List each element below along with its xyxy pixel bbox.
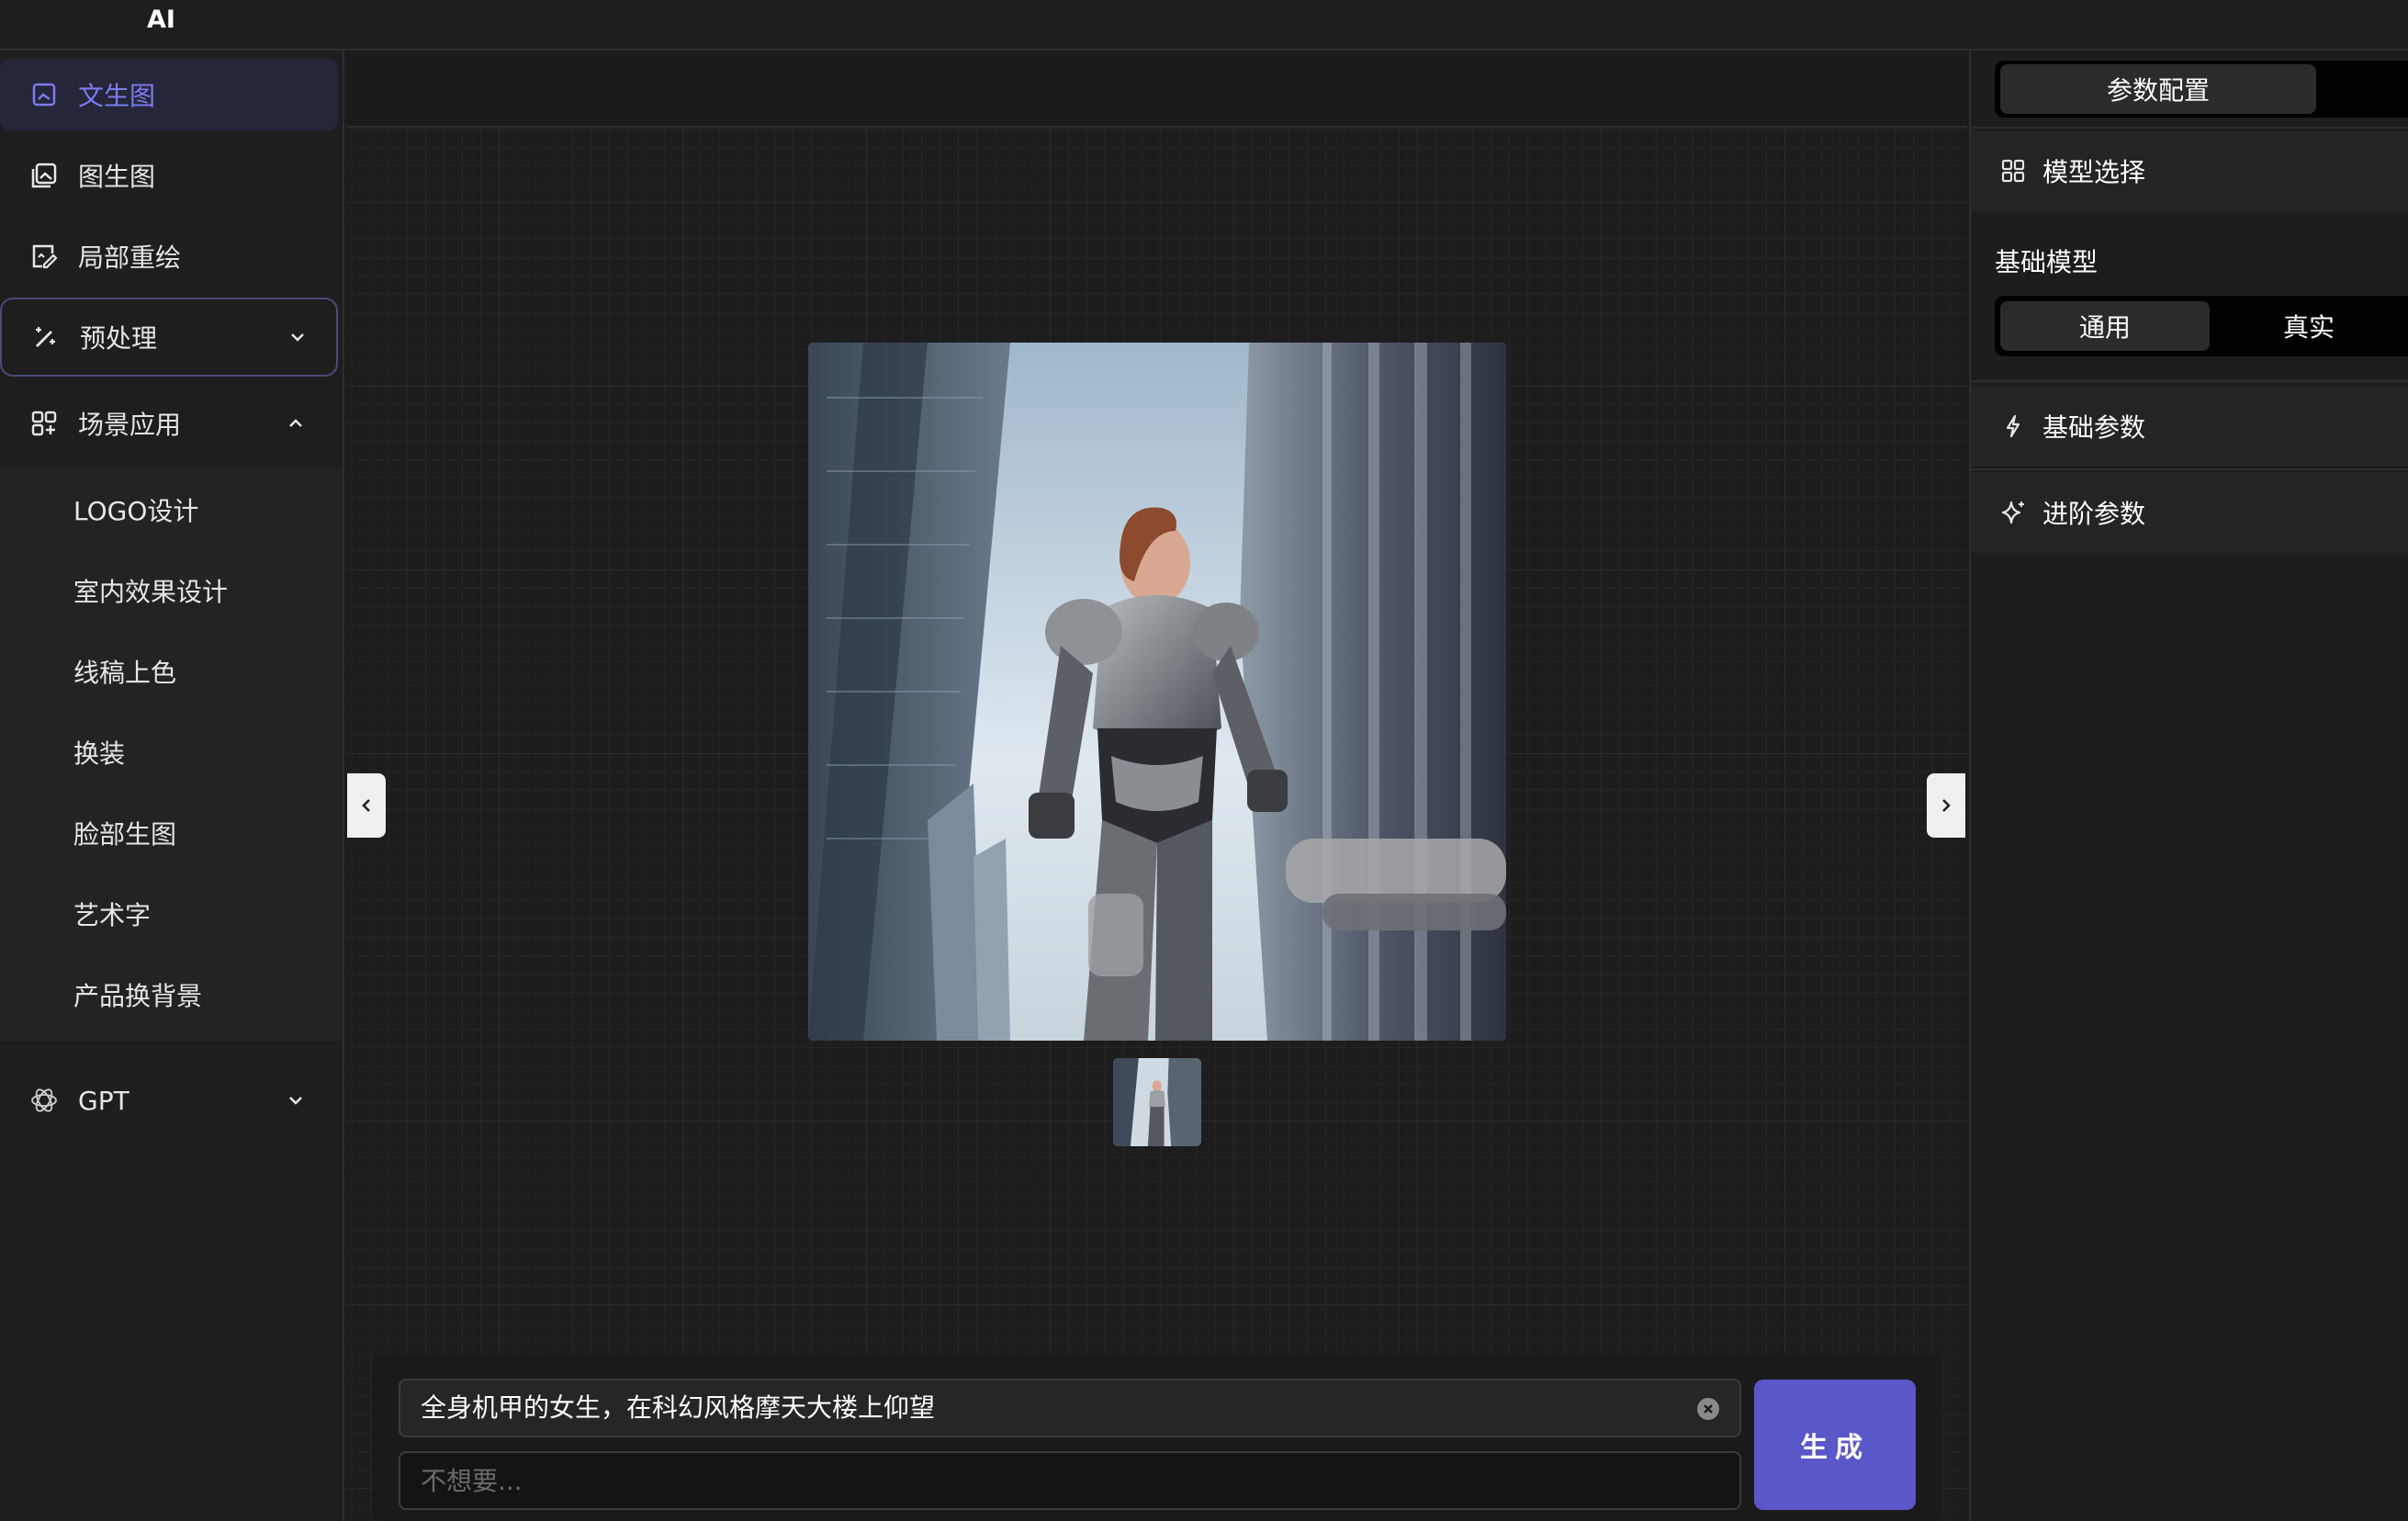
sidebar-item-text-to-image[interactable]: 文生图 xyxy=(0,59,338,130)
tab-params-config[interactable]: 参数配置 xyxy=(2000,64,2316,114)
chevron-down-icon xyxy=(283,1087,309,1113)
sidebar-item-label: 文生图 xyxy=(78,81,156,111)
divider xyxy=(1971,127,2408,129)
divider xyxy=(1971,380,2408,382)
grid-icon xyxy=(1998,156,2028,186)
clear-icon[interactable] xyxy=(1697,1398,1719,1420)
image-icon xyxy=(29,80,59,109)
chevron-right-icon xyxy=(1942,799,1951,812)
images-icon xyxy=(29,161,59,190)
openai-icon xyxy=(29,1086,59,1115)
sidebar-item-scene-apps[interactable]: 场景应用 xyxy=(0,384,338,463)
top-bar: AI xyxy=(0,0,2408,51)
negative-prompt-input[interactable] xyxy=(399,1451,1741,1510)
sidebar-item-gpt[interactable]: GPT xyxy=(0,1061,338,1140)
sidebar-item-preprocess[interactable]: 预处理 xyxy=(0,298,338,377)
sidebar-item-label: 预处理 xyxy=(80,323,158,354)
submenu-item-art-text[interactable]: 艺术字 xyxy=(73,897,151,934)
base-model-label: 基础模型 xyxy=(1995,247,2099,277)
section-model-select[interactable]: 模型选择 xyxy=(1971,130,2408,211)
section-label: 进阶参数 xyxy=(2042,499,2146,529)
scene-apps-submenu: LOGO设计 室内效果设计 线稿上色 换装 脸部生图 艺术字 产品换背景 xyxy=(0,469,343,1041)
app-title: AI xyxy=(147,6,175,34)
base-model-option-general[interactable]: 通用 xyxy=(2000,301,2210,351)
generate-button[interactable]: 生成 xyxy=(1754,1380,1916,1510)
section-basic-params[interactable]: 基础参数 xyxy=(1971,386,2408,467)
sidebar-item-label: 局部重绘 xyxy=(78,242,182,273)
submenu-item-interior-design[interactable]: 室内效果设计 xyxy=(73,574,228,611)
collapse-right-button[interactable] xyxy=(1927,773,1965,838)
sidebar: 文生图 图生图 局部重绘 预处理 场景应用 LOGO设计 室内效果设计 线稿上色… xyxy=(0,51,344,1521)
collapse-left-button[interactable] xyxy=(347,773,386,838)
section-label: 模型选择 xyxy=(2042,157,2146,187)
sidebar-item-image-to-image[interactable]: 图生图 xyxy=(0,140,338,211)
submenu-item-face-to-image[interactable]: 脸部生图 xyxy=(73,817,176,853)
chevron-down-icon xyxy=(285,324,310,350)
submenu-item-product-background[interactable]: 产品换背景 xyxy=(73,978,202,1015)
lightning-icon xyxy=(1998,411,2028,441)
submenu-item-lineart-coloring[interactable]: 线稿上色 xyxy=(73,655,176,692)
section-advanced-params[interactable]: 进阶参数 xyxy=(1971,472,2408,553)
section-label: 基础参数 xyxy=(2042,412,2146,443)
image-thumbnail[interactable] xyxy=(1113,1058,1201,1146)
submenu-item-logo-design[interactable]: LOGO设计 xyxy=(73,493,198,530)
sidebar-item-label: 图生图 xyxy=(78,162,156,192)
chevron-up-icon xyxy=(283,411,309,436)
generated-image[interactable] xyxy=(808,343,1506,1041)
canvas-toolbar xyxy=(346,51,1967,128)
sidebar-item-label: GPT xyxy=(78,1085,129,1116)
apps-add-icon xyxy=(29,409,59,438)
divider xyxy=(1971,468,2408,470)
submenu-item-outfit-change[interactable]: 换装 xyxy=(73,736,125,772)
base-model-option-realistic[interactable]: 真实 xyxy=(2210,301,2408,351)
magic-wand-icon xyxy=(31,322,61,352)
chevron-left-icon xyxy=(362,799,370,812)
sidebar-item-inpainting[interactable]: 局部重绘 xyxy=(0,220,338,292)
sparkle-icon xyxy=(1998,498,2028,527)
sidebar-item-label: 场景应用 xyxy=(78,410,182,440)
edit-image-icon xyxy=(29,242,59,271)
prompt-input[interactable]: 全身机甲的女生，在科幻风格摩天大楼上仰望 xyxy=(399,1379,1741,1437)
